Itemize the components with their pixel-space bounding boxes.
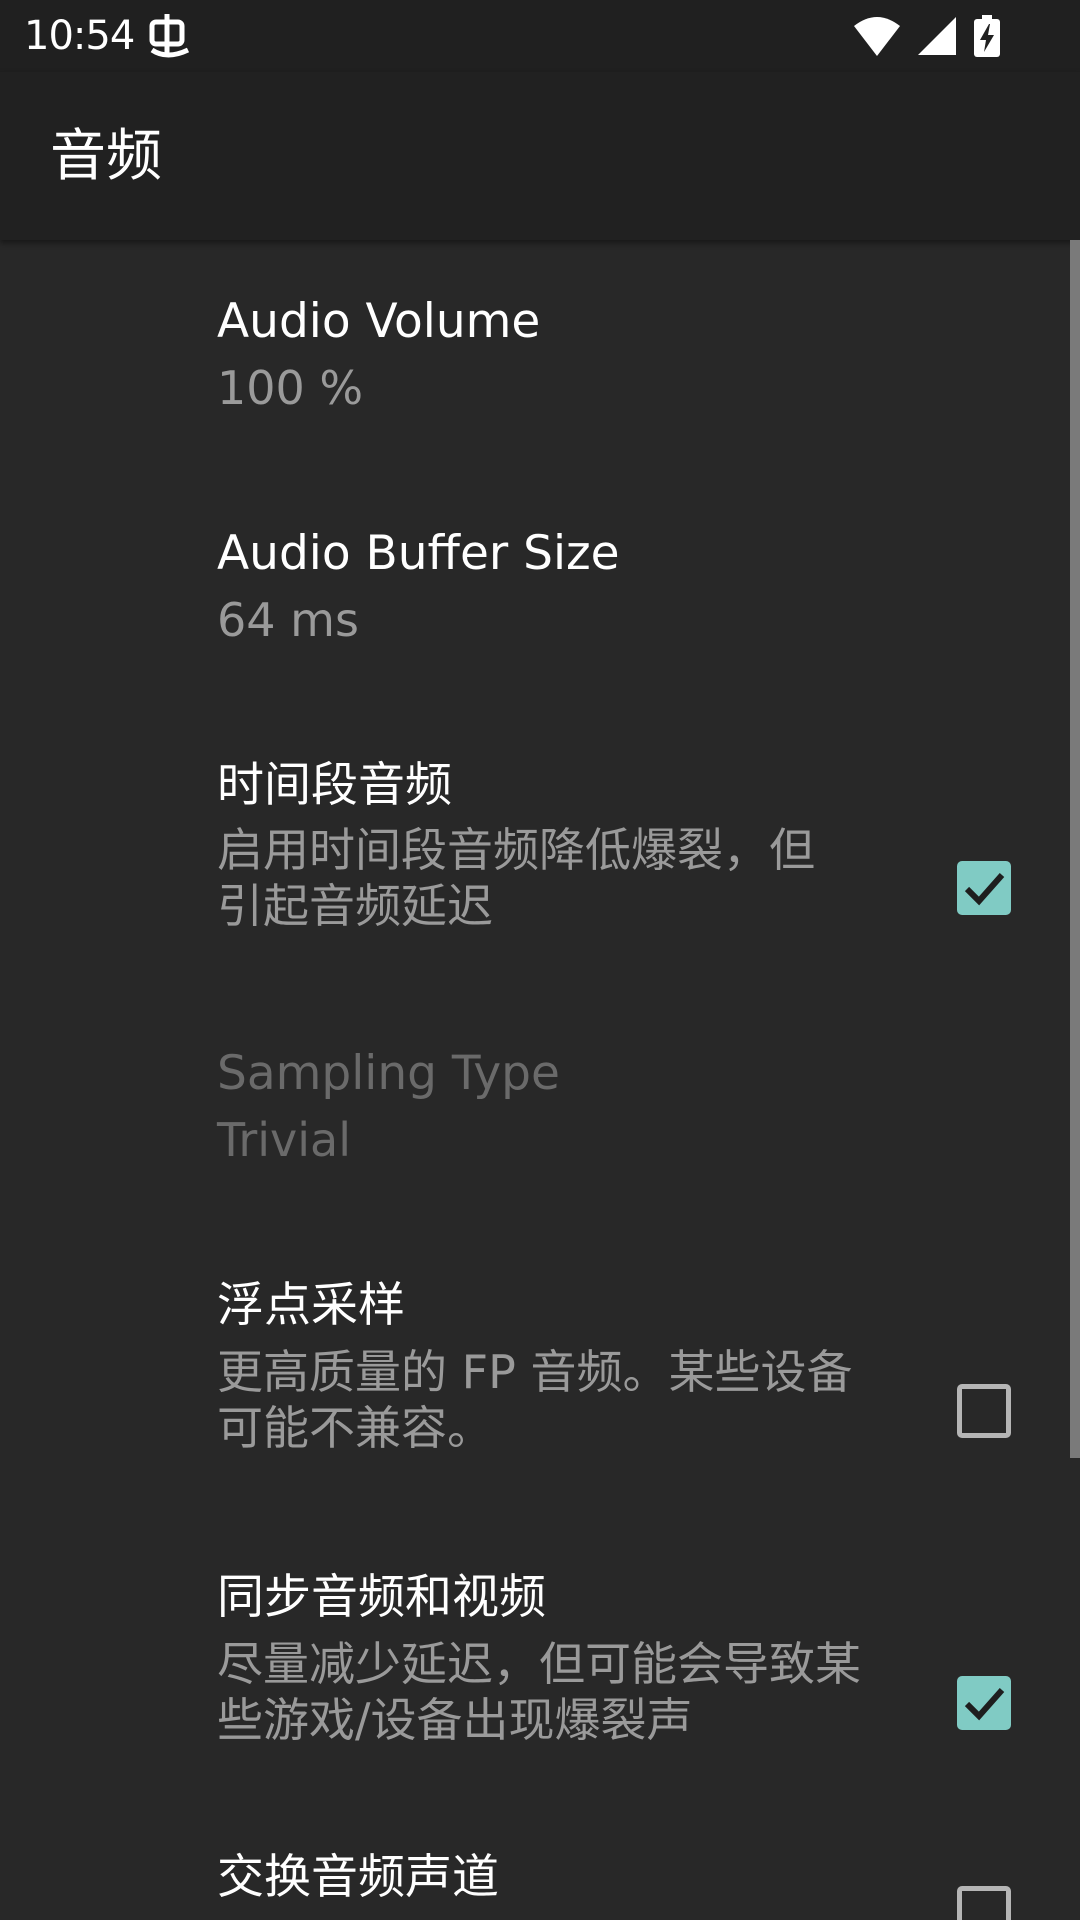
page-title: 音频 — [50, 124, 162, 189]
pref-sampling-type: Sampling Type Trivial — [0, 994, 1080, 1226]
pref-audio-buffer-size[interactable]: Audio Buffer Size 64 ms — [0, 470, 1080, 704]
pref-summary: 100 % — [217, 361, 364, 415]
checkmark-icon — [964, 873, 1005, 906]
pref-summary: 更高质量的 FP 音频。某些设备可能不兼容。 — [217, 1345, 853, 1455]
pref-summary: 尽量减少延迟，但可能会导致某些游戏/设备出现爆裂声 — [217, 1637, 861, 1747]
settings-list[interactable]: Audio Volume 100 % Audio Buffer Size 64 … — [0, 240, 1080, 1920]
pref-audio-volume[interactable]: Audio Volume 100 % — [0, 240, 1080, 470]
status-bar: 10:54 — [0, 0, 1080, 72]
scrollbar[interactable] — [1070, 240, 1080, 1458]
pref-title: 时间段音频 — [217, 758, 452, 813]
app-bar: 音频 — [0, 72, 1080, 240]
pref-summary: 64 ms — [217, 593, 359, 647]
pref-title: 交换音频声道 — [217, 1850, 499, 1905]
checkmark-icon — [964, 1688, 1005, 1721]
swap-audio-channels-checkbox[interactable] — [957, 1886, 1011, 1920]
status-time: 10:54 — [24, 13, 135, 59]
pref-summary: Trivial — [217, 1113, 352, 1167]
pref-sync-audio-video[interactable]: 同步音频和视频 尽量减少延迟，但可能会导致某些游戏/设备出现爆裂声 — [0, 1516, 1080, 1806]
pref-float-sampling[interactable]: 浮点采样 更高质量的 FP 音频。某些设备可能不兼容。 — [0, 1226, 1080, 1516]
sync-audio-video-checkbox[interactable] — [957, 1676, 1011, 1730]
battery-charging-icon — [974, 15, 1000, 57]
pref-title: Sampling Type — [217, 1046, 560, 1101]
pref-time-stretch-audio[interactable]: 时间段音频 启用时间段音频降低爆裂，但引起音频延迟 — [0, 704, 1080, 994]
pref-title: 同步音频和视频 — [217, 1570, 546, 1625]
notification-icon — [149, 14, 190, 58]
time-stretch-checkbox[interactable] — [957, 861, 1011, 915]
float-sampling-checkbox[interactable] — [957, 1384, 1011, 1438]
cell-signal-icon — [918, 17, 956, 55]
pref-title: Audio Volume — [217, 294, 541, 349]
wifi-icon — [854, 17, 900, 56]
pref-title: Audio Buffer Size — [217, 526, 620, 581]
pref-swap-audio-channels[interactable]: 交换音频声道 — [0, 1806, 1080, 1920]
status-icons — [854, 12, 1000, 60]
pref-summary: 启用时间段音频降低爆裂，但引起音频延迟 — [217, 823, 815, 933]
pref-title: 浮点采样 — [217, 1278, 405, 1333]
